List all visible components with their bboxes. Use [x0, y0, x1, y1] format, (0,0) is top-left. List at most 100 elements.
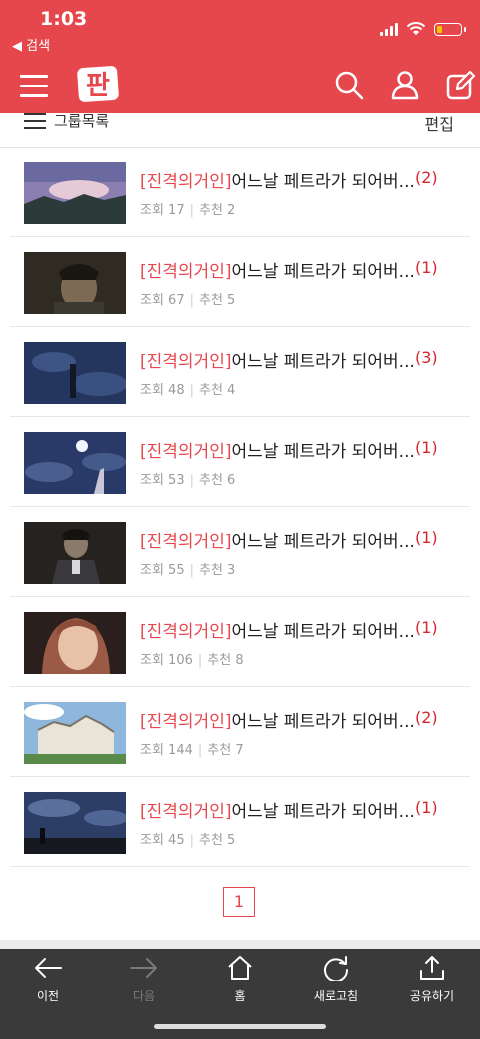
back-to-search-link[interactable]: ◀ 검색: [12, 35, 50, 54]
view-count: 조회 45: [140, 833, 185, 848]
post-tag: [진격의거인]: [140, 622, 232, 642]
view-count: 조회 144: [140, 743, 193, 758]
post-title-text: 어느날 페트라가 되어버...: [231, 712, 415, 732]
list-item[interactable]: [진격의거인]어느날 페트라가 되어버... (1) 조회 67 | 추천 5: [10, 237, 470, 327]
list-item[interactable]: [진격의거인]어느날 페트라가 되어버... (1) 조회 55 | 추천 3: [10, 507, 470, 597]
comment-count: (2): [415, 708, 438, 727]
home-button[interactable]: 홈: [200, 955, 280, 1004]
write-icon[interactable]: [446, 70, 476, 100]
refresh-button[interactable]: 새로고침: [296, 955, 376, 1004]
post-title-text: 어느날 페트라가 되어버...: [231, 622, 415, 642]
meta-divider: |: [189, 473, 194, 488]
comment-count: (1): [415, 618, 438, 637]
recommend-count: 추천 4: [199, 383, 236, 398]
divider: [0, 940, 480, 949]
post-title: [진격의거인]어느날 페트라가 되어버...: [140, 437, 440, 462]
recommend-count: 추천 5: [199, 833, 236, 848]
next-label: 다음: [132, 989, 156, 1003]
post-meta: 조회 45 | 추천 5: [140, 829, 235, 848]
post-tag: [진격의거인]: [140, 712, 232, 732]
comment-count: (1): [415, 258, 438, 277]
list-menu-icon[interactable]: [24, 113, 46, 129]
post-meta: 조회 53 | 추천 6: [140, 469, 235, 488]
post-thumbnail: [24, 612, 126, 674]
refresh-icon: [324, 956, 349, 981]
post-thumbnail: [24, 792, 126, 854]
home-indicator: [154, 1024, 326, 1029]
post-meta: 조회 17 | 추천 2: [140, 199, 235, 218]
post-title: [진격의거인]어느날 페트라가 되어버...: [140, 617, 440, 642]
post-title: [진격의거인]어느날 페트라가 되어버...: [140, 797, 440, 822]
meta-divider: |: [197, 653, 203, 668]
arrow-left-icon: [35, 958, 62, 978]
post-meta: 조회 106 | 추천 8: [140, 649, 244, 668]
edit-button[interactable]: 편집: [425, 111, 454, 135]
list-item[interactable]: [진격의거인]어느날 페트라가 되어버... (2) 조회 144 | 추천 7: [10, 687, 470, 777]
group-list-bar: 그룹목록 편집: [0, 110, 480, 148]
meta-divider: |: [189, 293, 194, 308]
wifi-icon: [406, 22, 426, 35]
recommend-count: 추천 6: [199, 473, 236, 488]
meta-divider: |: [189, 563, 194, 578]
list-item[interactable]: [진격의거인]어느날 페트라가 되어버... (1) 조회 106 | 추천 8: [10, 597, 470, 687]
search-icon[interactable]: [334, 70, 364, 100]
post-title: [진격의거인]어느날 페트라가 되어버...: [140, 257, 440, 282]
page-number-button[interactable]: 1: [223, 887, 255, 917]
comment-count: (1): [415, 528, 438, 547]
post-title: [진격의거인]어느날 페트라가 되어버...: [140, 167, 440, 192]
refresh-label: 새로고침: [313, 989, 359, 1003]
post-thumbnail: [24, 252, 126, 314]
home-label: 홈: [234, 989, 246, 1003]
post-tag: [진격의거인]: [140, 532, 232, 552]
share-button[interactable]: 공유하기: [392, 955, 472, 1004]
recommend-count: 추천 5: [199, 293, 236, 308]
post-title-text: 어느날 페트라가 되어버...: [231, 172, 415, 192]
post-meta: 조회 67 | 추천 5: [140, 289, 235, 308]
comment-count: (1): [415, 438, 438, 457]
comment-count: (2): [415, 168, 438, 187]
post-thumbnail: [24, 702, 126, 764]
home-icon: [228, 956, 252, 980]
post-tag: [진격의거인]: [140, 442, 232, 462]
post-thumbnail: [24, 432, 126, 494]
recommend-count: 추천 8: [207, 653, 244, 668]
status-bar: 1:03 ◀ 검색: [0, 0, 480, 58]
post-title-text: 어느날 페트라가 되어버...: [231, 262, 415, 282]
arrow-right-icon: [130, 958, 157, 978]
post-title-text: 어느날 페트라가 되어버...: [231, 442, 415, 462]
post-title-text: 어느날 페트라가 되어버...: [231, 802, 415, 822]
share-icon: [420, 956, 444, 980]
post-title: [진격의거인]어느날 페트라가 되어버...: [140, 707, 440, 732]
group-list-label[interactable]: 그룹목록: [54, 110, 109, 131]
battery-icon: [434, 22, 466, 36]
signal-icon: [380, 22, 398, 36]
list-item[interactable]: [진격의거인]어느날 페트라가 되어버... (2) 조회 17 | 추천 2: [10, 147, 470, 237]
post-title: [진격의거인]어느날 페트라가 되어버...: [140, 527, 440, 552]
post-list: [진격의거인]어느날 페트라가 되어버... (2) 조회 17 | 추천 2 [진…: [10, 147, 470, 867]
post-meta: 조회 55 | 추천 3: [140, 559, 235, 578]
post-meta: 조회 48 | 추천 4: [140, 379, 235, 398]
post-tag: [진격의거인]: [140, 352, 232, 372]
app-header: 판: [0, 58, 480, 113]
list-item[interactable]: [진격의거인]어느날 페트라가 되어버... (3) 조회 48 | 추천 4: [10, 327, 470, 417]
view-count: 조회 106: [140, 653, 193, 668]
view-count: 조회 53: [140, 473, 185, 488]
post-title-text: 어느날 페트라가 되어버...: [231, 532, 415, 552]
meta-divider: |: [197, 743, 203, 758]
list-item[interactable]: [진격의거인]어느날 페트라가 되어버... (1) 조회 53 | 추천 6: [10, 417, 470, 507]
next-button[interactable]: 다음: [104, 955, 184, 1004]
recommend-count: 추천 3: [199, 563, 236, 578]
view-count: 조회 55: [140, 563, 185, 578]
recommend-count: 추천 7: [207, 743, 244, 758]
prev-button[interactable]: 이전: [8, 955, 88, 1004]
bottom-toolbar: 이전 다음 홈 새로고침 공유하기: [0, 949, 480, 1039]
list-item[interactable]: [진격의거인]어느날 페트라가 되어버... (1) 조회 45 | 추천 5: [10, 777, 470, 867]
meta-divider: |: [189, 203, 194, 218]
user-icon[interactable]: [390, 70, 420, 100]
post-tag: [진격의거인]: [140, 172, 232, 192]
logo-text: 판: [86, 71, 110, 101]
comment-count: (3): [415, 348, 438, 367]
hamburger-menu-icon[interactable]: [20, 71, 48, 97]
pann-logo[interactable]: 판: [76, 64, 120, 104]
meta-divider: |: [189, 833, 194, 848]
